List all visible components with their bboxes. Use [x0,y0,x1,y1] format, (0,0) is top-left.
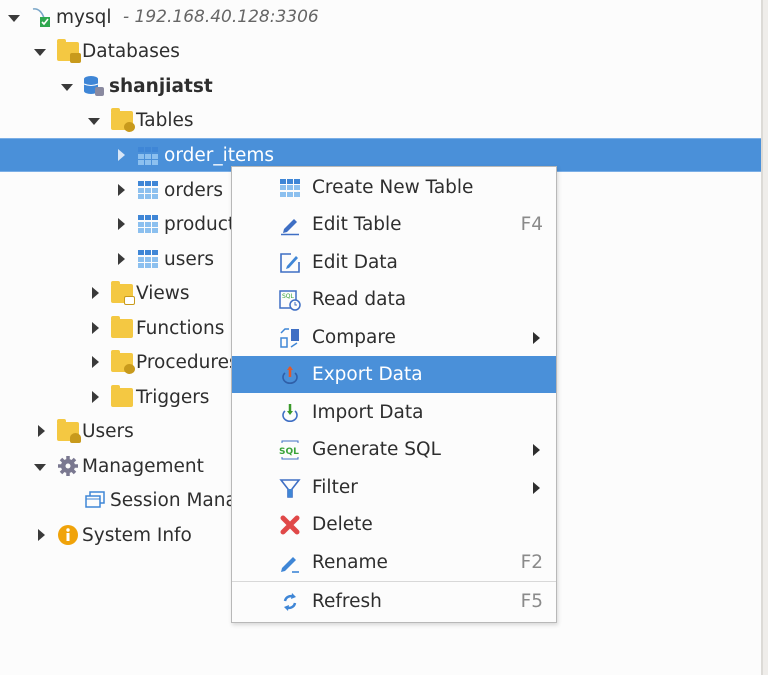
export-icon [279,364,301,386]
tree-node-connection[interactable]: mysql - 192.168.40.128:3306 [0,0,761,34]
gear-icon [57,455,79,477]
expand-arrow-icon[interactable] [92,391,99,403]
menu-item-label: Filter [312,477,358,498]
expand-arrow-icon[interactable] [118,184,125,196]
node-label: shanjiatst [109,75,213,97]
refresh-icon [279,591,301,613]
menu-item-delete[interactable]: Delete [232,506,556,543]
node-label: Tables [136,109,194,131]
menu-item-label: Edit Data [312,252,398,273]
procedures-folder-icon [111,350,135,374]
menu-item-label: Create New Table [312,177,474,198]
info-icon [57,524,79,546]
svg-text:SQL: SQL [282,293,295,300]
expand-arrow-icon[interactable] [118,149,125,161]
menu-item-import-data[interactable]: Import Data [232,394,556,431]
node-label: orders [164,179,223,201]
pencil-icon [279,214,301,236]
node-label: Functions [136,317,225,339]
menu-item-refresh[interactable]: Refresh F5 [232,583,556,620]
node-label: Users [82,420,134,442]
sql-icon: SQL [279,439,301,461]
expand-arrow-icon[interactable] [92,322,99,334]
context-menu: Create New Table Edit Table F4 Edit Data… [231,166,557,623]
shortcut-label: F5 [520,591,543,612]
menu-item-label: Delete [312,514,373,535]
functions-folder-icon [111,316,133,338]
menu-item-create-new-table[interactable]: Create New Table [232,169,556,206]
menu-item-generate-sql[interactable]: SQL Generate SQL [232,431,556,468]
tree-node-tables[interactable]: Tables [0,103,761,137]
menu-item-label: Import Data [312,402,424,423]
node-label: Views [136,282,190,304]
expand-arrow-icon[interactable] [88,117,100,125]
menu-item-filter[interactable]: Filter [232,469,556,506]
users-folder-icon [57,419,81,443]
create-table-icon [279,177,301,199]
menu-item-label: Compare [312,327,396,348]
node-label: users [164,248,214,270]
tables-folder-icon [111,108,135,132]
connection-name: mysql [56,6,112,28]
connection-address: - 192.168.40.128:3306 [123,7,319,27]
node-label: System Info [82,524,192,546]
menu-item-label: Generate SQL [312,439,441,460]
menu-item-read-data[interactable]: SQL Read data [232,281,556,318]
views-folder-icon [111,281,135,305]
table-icon [138,250,158,268]
menu-item-label: Refresh [312,591,382,612]
submenu-arrow-icon [533,331,540,344]
rename-icon [279,552,301,574]
submenu-arrow-icon [533,481,540,494]
mysql-connection-icon [30,6,52,28]
svg-text:SQL: SQL [279,447,299,457]
menu-item-label: Read data [312,289,407,310]
node-label: Triggers [136,386,210,408]
table-icon [138,147,158,165]
expand-arrow-icon[interactable] [92,356,99,368]
menu-item-label: Edit Table [312,214,402,235]
expand-arrow-icon[interactable] [118,253,125,265]
expand-arrow-icon[interactable] [61,83,73,91]
submenu-arrow-icon [533,443,540,456]
node-label: Databases [82,40,180,62]
databases-folder-icon [57,39,81,63]
expand-arrow-icon[interactable] [38,425,45,437]
filter-icon [279,477,301,499]
node-label: order_items [164,144,275,166]
expand-arrow-icon[interactable] [34,48,46,56]
shortcut-label: F2 [520,552,543,573]
session-manager-icon [85,490,107,512]
database-icon [83,75,105,97]
node-label: Management [82,455,204,477]
table-icon [138,215,158,233]
tree-node-databases[interactable]: Databases [0,34,761,68]
menu-item-label: Export Data [312,364,423,385]
import-icon [279,402,301,424]
compare-icon [279,327,301,349]
menu-item-export-data[interactable]: Export Data [232,356,556,393]
panel-border [763,0,768,675]
table-icon [138,181,158,199]
read-data-icon: SQL [279,289,301,311]
node-label: Procedures [136,351,239,373]
expand-arrow-icon[interactable] [38,529,45,541]
expand-arrow-icon[interactable] [92,287,99,299]
triggers-folder-icon [111,385,133,407]
menu-item-edit-table[interactable]: Edit Table F4 [232,206,556,243]
menu-item-compare[interactable]: Compare [232,319,556,356]
menu-item-rename[interactable]: Rename F2 [232,544,556,581]
expand-arrow-icon[interactable] [118,218,125,230]
menu-item-label: Rename [312,552,388,573]
expand-arrow-icon[interactable] [8,14,20,22]
menu-item-edit-data[interactable]: Edit Data [232,244,556,281]
shortcut-label: F4 [520,214,543,235]
tree-node-shanjiatst[interactable]: shanjiatst [0,69,761,103]
edit-data-icon [279,252,301,274]
menu-separator [232,581,556,582]
delete-icon [279,514,301,536]
expand-arrow-icon[interactable] [34,463,46,471]
